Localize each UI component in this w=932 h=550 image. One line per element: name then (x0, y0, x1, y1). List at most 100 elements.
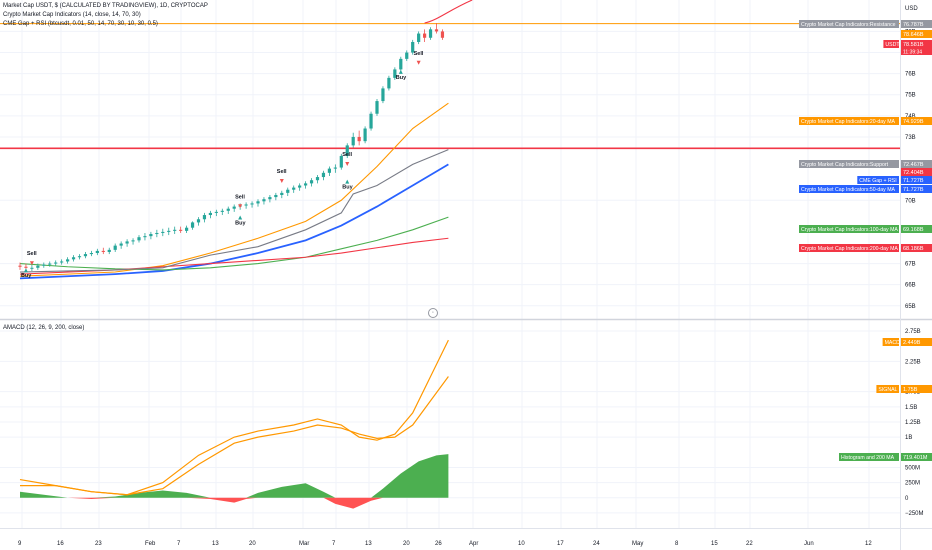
candle-body (167, 230, 171, 232)
signal-arrow (23, 268, 28, 273)
candle-body (107, 249, 111, 252)
macd-histogram-positive (20, 454, 449, 498)
candle-body (434, 29, 439, 32)
candle-body (333, 167, 337, 169)
price-label-value: 78.646B (903, 32, 924, 38)
macd-axis-tick: 1.5B (905, 405, 917, 411)
pane-settings-icon[interactable]: ◦ (428, 308, 438, 318)
signal-arrow (345, 162, 350, 167)
signal-label: Buy (342, 185, 353, 191)
candle-body (298, 185, 302, 188)
signal-arrow (238, 215, 243, 220)
candle-body (220, 210, 224, 212)
time-axis-tick: May (632, 541, 643, 547)
candle-body (36, 265, 40, 268)
price-label-value: 71.727B (903, 178, 924, 184)
time-axis-tick: 13 (365, 541, 372, 547)
candle-body (232, 206, 236, 209)
macd-legend[interactable]: AMACD (12, 26, 9, 200, close) (3, 325, 84, 331)
price-label-name: Crypto Market Cap Indicators:Support (801, 162, 889, 168)
price-label-value: 68.186B (903, 246, 924, 252)
candle-body (280, 192, 284, 195)
candle-body (244, 204, 248, 206)
time-axis-tick: 9 (18, 541, 22, 547)
candle-body (292, 187, 296, 190)
signal-label: Sell (342, 152, 352, 158)
candle-body (351, 136, 355, 146)
macd-axis-tick: 1.25B (905, 420, 921, 426)
price-label-value: 71.727B (903, 187, 924, 193)
signal-label: Sell (414, 51, 424, 57)
macd-line-macd (19, 339, 449, 496)
candle-body (256, 201, 260, 204)
macd-label-value: 719.401M (903, 455, 928, 461)
price-label-name: CME Gap + RSI (859, 178, 896, 184)
candle-body (54, 262, 58, 264)
time-axis-tick: Apr (469, 541, 478, 547)
candle-body (321, 172, 326, 178)
chart-title[interactable]: Market Cap USDT, $ (CALCULATED BY TRADIN… (3, 3, 208, 9)
candle-body (304, 183, 308, 186)
candle-body (428, 29, 433, 38)
time-axis-tick: 8 (675, 541, 679, 547)
macd-axis-tick: −250M (905, 511, 924, 517)
price-label-value: 72.404B (903, 170, 924, 176)
candle-body (315, 177, 320, 181)
price-label-value: 69.168B (903, 227, 924, 233)
time-axis-tick: 20 (249, 541, 256, 547)
signal-label: Sell (235, 194, 245, 200)
macd-axis-tick: 0 (905, 496, 909, 502)
time-axis-tick: 7 (177, 541, 181, 547)
time-axis-tick: 16 (57, 541, 64, 547)
candle-body (42, 264, 46, 266)
macd-line-signal (20, 376, 449, 496)
candle-body (137, 237, 141, 241)
price-label-countdown: 11:39:34 (903, 50, 922, 56)
macd-label-name: Histogram and 200 MA (841, 455, 895, 461)
time-axis-tick: Mar (299, 541, 309, 547)
price-axis-tick: 70B (905, 198, 916, 204)
candle-body (30, 267, 34, 269)
candle-body (185, 227, 189, 231)
candle-body (381, 88, 385, 102)
candle-body (113, 245, 117, 250)
price-label-name: Crypto Market Cap Indicators:50-day MA (801, 187, 896, 193)
tradingview-chart-window: Buy Sell Buy Sell Sell Buy Sell Buy Sell USD 65B 66… (0, 0, 932, 550)
candle-body (66, 259, 70, 262)
candle-body (262, 199, 266, 202)
macd-histogram-negative (20, 497, 449, 509)
rsi-legend[interactable]: CME Gap + RSI (btcusdt, 0.01, 50, 14, 70… (3, 21, 158, 27)
candle-body (101, 250, 105, 252)
candle-body (405, 52, 409, 59)
time-axis-tick: 10 (518, 541, 525, 547)
candle-body (309, 180, 314, 184)
time-axis-tick: 26 (435, 541, 442, 547)
candle-body (357, 136, 361, 142)
candle-body (89, 253, 93, 255)
price-label-value: 74.929B (903, 119, 924, 125)
chart-canvas[interactable]: Buy Sell Buy Sell Sell Buy Sell Buy Sell USD 65B 66… (0, 0, 932, 550)
candle-body (125, 241, 129, 244)
candle-body (440, 31, 445, 38)
indicator-legend[interactable]: Crypto Market Cap Indicators (14, close,… (3, 12, 141, 18)
candle-body (24, 266, 28, 268)
candle-body (131, 240, 135, 242)
candle-body (417, 33, 421, 42)
time-axis-tick: Jun (804, 541, 814, 547)
time-axis-tick: 23 (95, 541, 102, 547)
signal-label: Sell (27, 251, 37, 257)
candle-body (399, 58, 403, 70)
time-axis-tick: 12 (865, 541, 872, 547)
macd-label-name: SIGNAL (878, 387, 897, 393)
price-label-name: Crypto Market Cap Indicators:200-day MA (801, 246, 898, 252)
candle-body (155, 232, 159, 235)
candle-body (119, 243, 123, 246)
price-axis-tick: 65B (905, 304, 916, 310)
price-axis-tick: 66B (905, 283, 916, 289)
candle-body (250, 203, 254, 205)
projection-line (424, 0, 473, 24)
macd-axis-tick: 500M (905, 465, 920, 471)
candle-body (202, 215, 207, 220)
candle-body (274, 194, 278, 198)
candle-body (149, 234, 153, 237)
